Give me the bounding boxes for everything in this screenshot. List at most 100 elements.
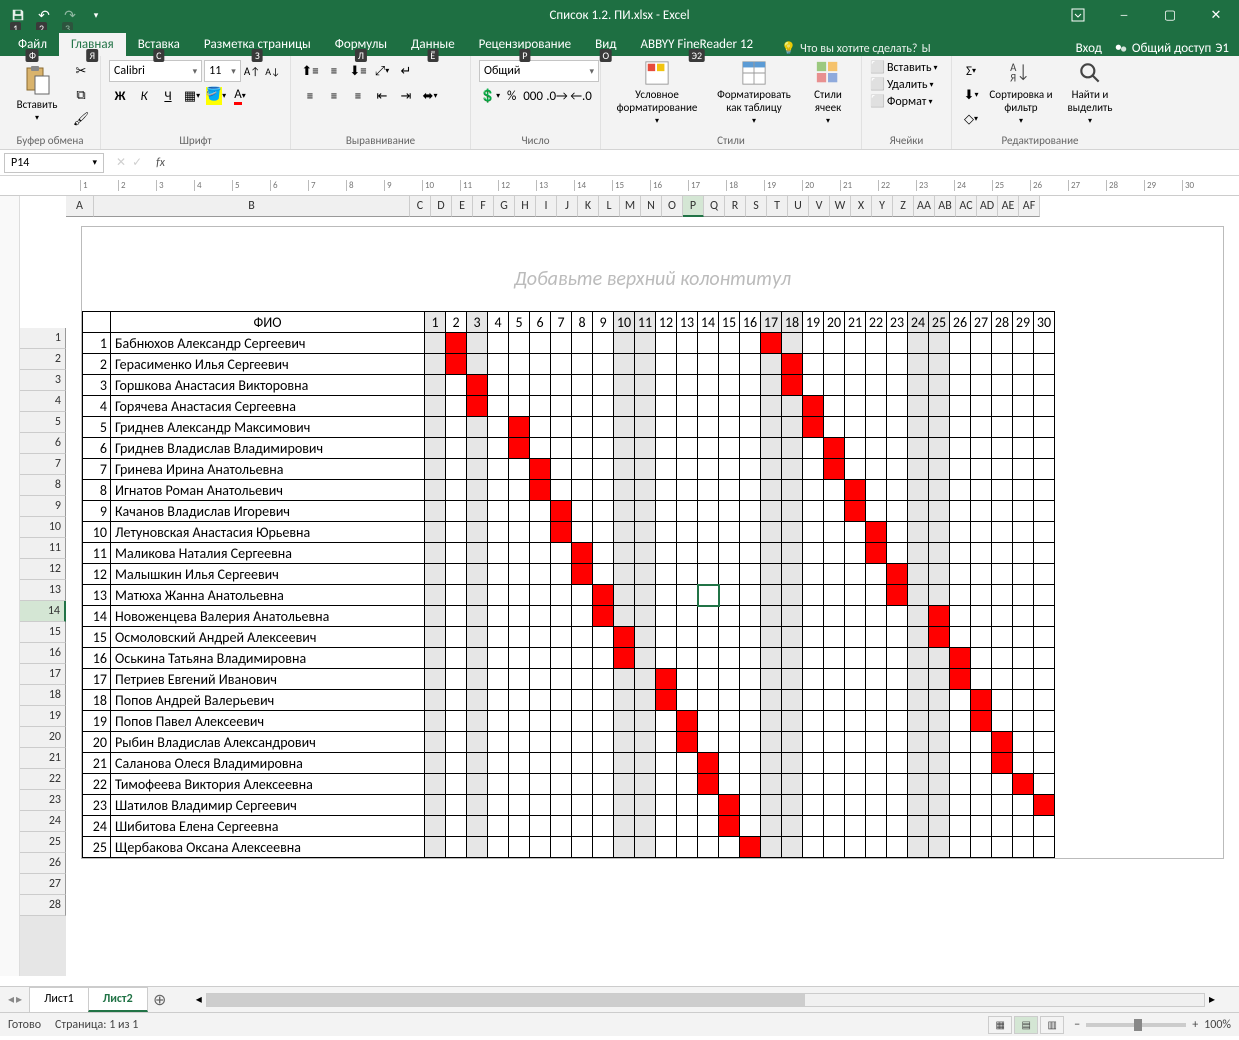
col-header-N[interactable]: N — [641, 196, 662, 217]
enter-formula-icon[interactable]: ✓ — [132, 155, 142, 170]
table-row[interactable]: 16Оськина Татьяна Владимировна — [83, 648, 1055, 669]
page-layout-view-icon[interactable]: ▤ — [1014, 1016, 1038, 1034]
decrease-decimal-icon[interactable]: ←.0 — [570, 85, 592, 107]
redo-icon[interactable]: ↷3 — [58, 3, 82, 27]
col-header-U[interactable]: U — [788, 196, 809, 217]
fill-icon[interactable]: ⬇▾ — [960, 84, 982, 106]
col-header-W[interactable]: W — [830, 196, 851, 217]
row-header-17[interactable]: 17 — [20, 664, 66, 685]
row-header-14[interactable]: 14 — [20, 601, 66, 622]
align-left-icon[interactable]: ≡ — [299, 85, 321, 107]
font-color-icon[interactable]: A▾ — [229, 85, 251, 107]
delete-cells-button[interactable]: ⬜ Удалить ▾ — [870, 77, 943, 92]
cell-styles-button[interactable]: Стили ячеек▾ — [803, 60, 853, 126]
row-header-18[interactable]: 18 — [20, 685, 66, 706]
zoom-control[interactable]: − + 100% — [1074, 1018, 1231, 1032]
save-icon[interactable]: 1 — [6, 3, 30, 27]
row-header-28[interactable]: 28 — [20, 895, 66, 916]
col-header-A[interactable]: A — [66, 196, 94, 217]
number-format-combo[interactable]: Общий▾ — [479, 60, 599, 82]
clear-icon[interactable]: ◇▾ — [960, 108, 982, 130]
col-header-H[interactable]: H — [515, 196, 536, 217]
row-header-16[interactable]: 16 — [20, 643, 66, 664]
table-row[interactable]: 23Шатилов Владимир Сергеевич — [83, 795, 1055, 816]
zoom-out-icon[interactable]: − — [1074, 1018, 1080, 1032]
table-row[interactable]: 4Горячева Анастасия Сергеевна — [83, 396, 1055, 417]
table-row[interactable]: 25Щербакова Оксана Алексеевна — [83, 837, 1055, 858]
decrease-font-icon[interactable]: A↓ — [263, 60, 282, 82]
zoom-in-icon[interactable]: + — [1192, 1018, 1198, 1032]
tab-data[interactable]: ДанныеЁ — [399, 33, 467, 56]
minimize-icon[interactable]: ─ — [1101, 0, 1147, 30]
borders-icon[interactable]: ▦▾ — [181, 85, 203, 107]
tab-page-layout[interactable]: Разметка страницыЗ — [192, 33, 323, 56]
col-header-B[interactable]: B — [94, 196, 410, 217]
col-header-Z[interactable]: Z — [893, 196, 914, 217]
zoom-slider[interactable] — [1086, 1023, 1186, 1027]
row-header-9[interactable]: 9 — [20, 496, 66, 517]
sort-filter-button[interactable]: AЯ Сортировка и фильтр▾ — [986, 60, 1056, 126]
italic-button[interactable]: К — [133, 85, 155, 107]
tab-abbyy[interactable]: ABBYY FineReader 12Э2 — [628, 33, 765, 56]
col-header-Y[interactable]: Y — [872, 196, 893, 217]
sheet-nav-first-icon[interactable]: ◂ — [8, 992, 14, 1007]
table-row[interactable]: 11Маликова Наталия Сергеевна — [83, 543, 1055, 564]
conditional-formatting-button[interactable]: Условное форматирование▾ — [609, 60, 705, 126]
normal-view-icon[interactable]: ▦ — [988, 1016, 1012, 1034]
autosum-icon[interactable]: Σ▾ — [960, 60, 982, 82]
font-size-combo[interactable]: 11▾ — [204, 60, 241, 82]
col-header-AF[interactable]: AF — [1019, 196, 1040, 217]
bold-button[interactable]: Ж — [109, 85, 131, 107]
table-row[interactable]: 22Тимофеева Виктория Алексеевна — [83, 774, 1055, 795]
col-header-AA[interactable]: AA — [914, 196, 935, 217]
font-name-combo[interactable]: Calibri▾ — [109, 60, 202, 82]
tell-me-search[interactable]: 💡 Что вы хотите сделать?Ы — [781, 41, 931, 56]
tab-insert[interactable]: ВставкаС — [126, 33, 192, 56]
table-row[interactable]: 5Гриднев Александр Максимович — [83, 417, 1055, 438]
tab-review[interactable]: РецензированиеР — [467, 33, 583, 56]
col-header-L[interactable]: L — [599, 196, 620, 217]
accounting-format-icon[interactable]: 💲▾ — [479, 85, 501, 107]
maximize-icon[interactable]: ▢ — [1147, 0, 1193, 30]
row-header-23[interactable]: 23 — [20, 790, 66, 811]
col-header-S[interactable]: S — [746, 196, 767, 217]
row-header-1[interactable]: 1 — [20, 328, 66, 349]
paste-button[interactable]: Вставить ▾ — [8, 60, 66, 126]
table-row[interactable]: 8Игнатов Роман Анатольевич — [83, 480, 1055, 501]
undo-icon[interactable]: ↶2 — [32, 3, 56, 27]
fx-icon[interactable]: fx — [150, 156, 171, 170]
table-row[interactable]: 9Качанов Владислав Игоревич — [83, 501, 1055, 522]
wrap-text-icon[interactable]: ↵ — [395, 60, 417, 82]
row-header-15[interactable]: 15 — [20, 622, 66, 643]
format-painter-icon[interactable]: 🖌 — [70, 108, 92, 130]
table-row[interactable]: 15Осмоловский Андрей Алексеевич — [83, 627, 1055, 648]
row-header-13[interactable]: 13 — [20, 580, 66, 601]
name-box[interactable]: P14▾ — [4, 153, 104, 173]
table-row[interactable]: 1Бабнюхов Александр Сергеевич — [83, 333, 1055, 354]
align-top-icon[interactable]: ⬆≡ — [299, 60, 321, 82]
row-header-11[interactable]: 11 — [20, 538, 66, 559]
page-break-view-icon[interactable]: ▥ — [1040, 1016, 1064, 1034]
col-header-AE[interactable]: AE — [998, 196, 1019, 217]
row-header-22[interactable]: 22 — [20, 769, 66, 790]
col-header-T[interactable]: T — [767, 196, 788, 217]
row-header-4[interactable]: 4 — [20, 391, 66, 412]
format-cells-button[interactable]: ⬜ Формат ▾ — [870, 94, 943, 109]
table-row[interactable]: 13Матюха Жанна Анатольевна — [83, 585, 1055, 606]
table-row[interactable]: 2Герасименко Илья Сергеевич — [83, 354, 1055, 375]
row-header-7[interactable]: 7 — [20, 454, 66, 475]
tab-formulas[interactable]: ФормулыЛ — [323, 33, 399, 56]
col-header-AD[interactable]: AD — [977, 196, 998, 217]
formula-input[interactable] — [171, 153, 1239, 173]
qat-customize-icon[interactable]: ▾ — [84, 3, 108, 27]
table-row[interactable]: 3Горшкова Анастасия Викторовна — [83, 375, 1055, 396]
table-row[interactable]: 18Попов Андрей Валерьевич — [83, 690, 1055, 711]
row-header-8[interactable]: 8 — [20, 475, 66, 496]
increase-font-icon[interactable]: A↑ — [243, 60, 262, 82]
decrease-indent-icon[interactable]: ⇤ — [371, 85, 393, 107]
row-header-26[interactable]: 26 — [20, 853, 66, 874]
header-placeholder[interactable]: Добавьте верхний колонтитул — [82, 247, 1223, 311]
col-header-AB[interactable]: AB — [935, 196, 956, 217]
table-row[interactable]: 19Попов Павел Алексеевич — [83, 711, 1055, 732]
align-right-icon[interactable]: ≡ — [347, 85, 369, 107]
